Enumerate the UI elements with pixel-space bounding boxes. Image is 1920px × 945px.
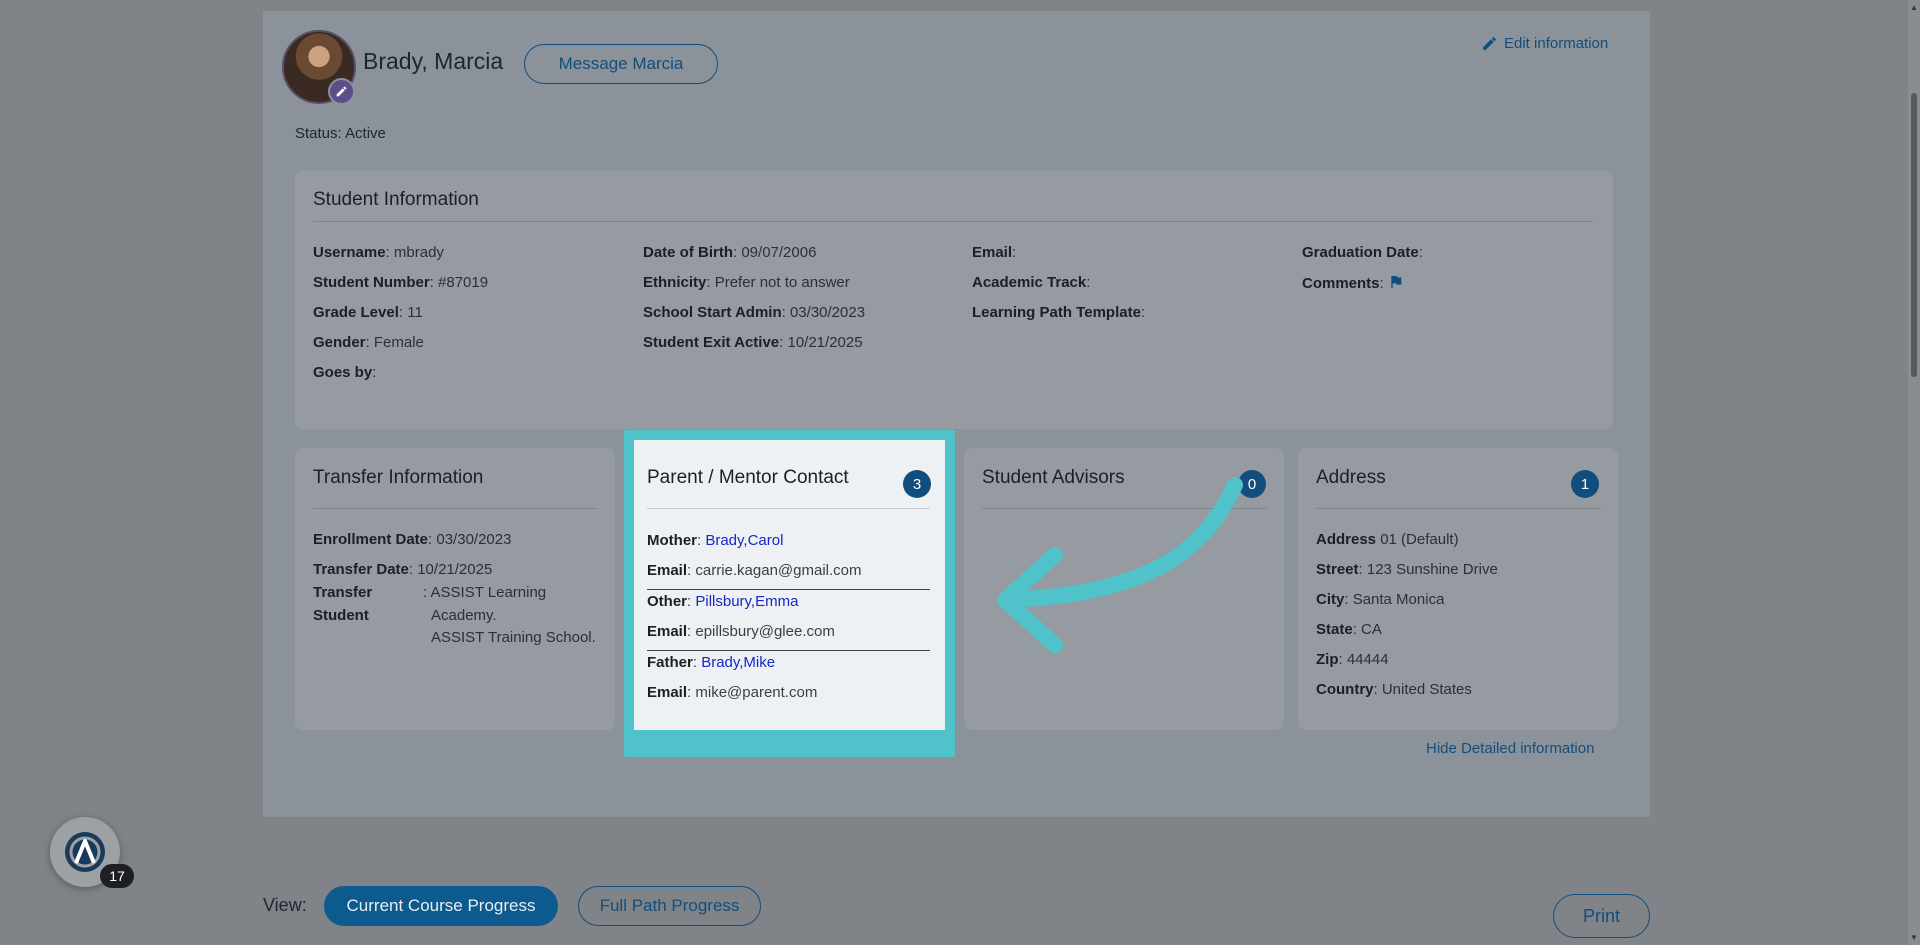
address-card: Address 1 Address 01 (Default) Street: 1… [1298, 448, 1618, 730]
flag-icon[interactable] [1388, 274, 1404, 290]
email-field: Email: [972, 244, 1017, 261]
street-field: Street: 123 Sunshine Drive [1316, 561, 1498, 578]
card-title: Parent / Mentor Contact [647, 467, 849, 488]
username-field: Username: mbrady [313, 244, 444, 261]
assist-logo-icon [65, 832, 105, 872]
full-path-progress-button[interactable]: Full Path Progress [578, 886, 761, 926]
date-of-birth-field: Date of Birth: 09/07/2006 [643, 244, 817, 261]
student-information-card: Student Information Username: mbrady Stu… [295, 171, 1613, 429]
card-title: Student Information [313, 189, 479, 210]
contact-relation: Other: Pillsbury,Emma [647, 593, 799, 610]
academic-track-field: Academic Track: [972, 274, 1091, 291]
contact-email: Email: epillsbury@glee.com [647, 623, 835, 640]
guidance-arrow [997, 477, 1243, 653]
learning-path-template-field: Learning Path Template: [972, 304, 1146, 321]
card-title: Address [1316, 467, 1386, 488]
contact-relation: Mother: Brady,Carol [647, 532, 784, 549]
contact-email: Email: carrie.kagan@gmail.com [647, 562, 862, 579]
contact-relation: Father: Brady,Mike [647, 654, 776, 671]
gender-field: Gender: Female [313, 334, 424, 351]
pencil-icon [336, 86, 347, 97]
contact-email: Email: mike@parent.com [647, 684, 818, 701]
goes-by-field: Goes by: [313, 364, 377, 381]
student-number-field: Student Number: #87019 [313, 274, 489, 291]
status-value: Active [345, 125, 386, 142]
country-field: Country: United States [1316, 681, 1472, 698]
school-start-field: School Start Admin: 03/30/2023 [643, 304, 866, 321]
graduation-date-field: Graduation Date: [1302, 244, 1423, 261]
current-course-progress-button[interactable]: Current Course Progress [324, 886, 558, 926]
ethnicity-field: Ethnicity: Prefer not to answer [643, 274, 850, 291]
grade-level-field: Grade Level: 11 [313, 304, 423, 321]
city-field: City: Santa Monica [1316, 591, 1445, 608]
avatar-edit-button[interactable] [328, 78, 355, 105]
student-exit-field: Student Exit Active: 10/21/2025 [643, 334, 863, 351]
transfer-student-label: Transfer [313, 584, 373, 601]
transfer-date-field: Transfer Date: 10/21/2025 [313, 561, 493, 578]
scroll-down-icon[interactable]: ▼ [1910, 933, 1918, 942]
edit-information-link[interactable]: Edit information [1481, 35, 1608, 52]
address-field: Address 01 (Default) [1316, 531, 1459, 548]
scrollbar-thumb[interactable] [1911, 93, 1917, 377]
transfer-information-card: Transfer Information Enrollment Date: 03… [295, 448, 615, 730]
print-button[interactable]: Print [1553, 894, 1650, 938]
contact-name-link[interactable]: Pillsbury,Emma [695, 593, 798, 610]
parent-mentor-contact-card: Parent / Mentor Contact 3 Mother: Brady,… [634, 440, 945, 730]
card-title: Transfer Information [313, 467, 484, 488]
student-name: Brady, Marcia [363, 48, 504, 74]
zip-field: Zip: 44444 [1316, 651, 1389, 668]
contact-name-link[interactable]: Brady,Mike [701, 654, 775, 671]
scroll-up-icon[interactable]: ▲ [1910, 3, 1918, 12]
transfer-schools: Academy. [431, 607, 497, 624]
status-text: Status: Active [295, 125, 386, 142]
transfer-schools: : ASSIST Learning [423, 584, 547, 601]
view-label: View: [263, 895, 307, 915]
comments-field: Comments: [1302, 274, 1404, 292]
edit-information-label: Edit information [1504, 35, 1609, 52]
state-field: State: CA [1316, 621, 1382, 638]
notification-count-badge: 17 [100, 864, 134, 888]
transfer-student-label: Student [313, 607, 369, 624]
address-count-badge: 1 [1571, 470, 1599, 498]
hide-detailed-information-link[interactable]: Hide Detailed information [1426, 740, 1594, 757]
pencil-icon [1483, 37, 1496, 50]
transfer-schools: ASSIST Training School. [431, 629, 596, 646]
contact-count-badge: 3 [903, 470, 931, 498]
message-student-button[interactable]: Message Marcia [524, 44, 718, 84]
contact-name-link[interactable]: Brady,Carol [705, 532, 783, 549]
enrollment-date-field: Enrollment Date: 03/30/2023 [313, 531, 512, 548]
